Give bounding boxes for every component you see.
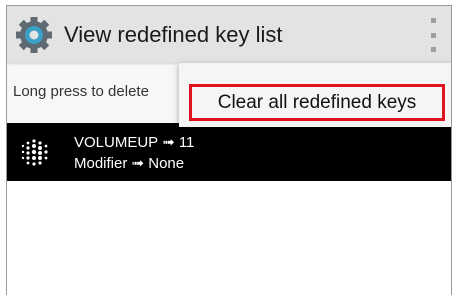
gear-icon[interactable] xyxy=(15,16,53,54)
overflow-dot xyxy=(430,47,436,52)
overflow-menu-icon[interactable] xyxy=(425,18,441,52)
action-bar: View redefined key list xyxy=(7,6,451,63)
overflow-dot xyxy=(430,18,436,23)
overflow-popup-menu: Clear all redefined keys xyxy=(179,63,451,127)
list-empty-area xyxy=(7,181,451,295)
dot-grid-icon xyxy=(19,136,51,168)
clear-all-redefined-keys-menu-item[interactable]: Clear all redefined keys xyxy=(189,84,445,121)
key-mapping-label: VOLUMEUP ➟ 11 xyxy=(74,134,195,151)
overflow-dot xyxy=(430,32,436,38)
list-item[interactable]: VOLUMEUP ➟ 11 Modifier ➟ None xyxy=(7,123,451,181)
app-window: View redefined key list Long press to de… xyxy=(6,5,452,295)
modifier-label: Modifier ➟ None xyxy=(74,155,185,172)
page-title: View redefined key list xyxy=(64,22,283,47)
hint-text: Long press to delete xyxy=(13,83,149,100)
